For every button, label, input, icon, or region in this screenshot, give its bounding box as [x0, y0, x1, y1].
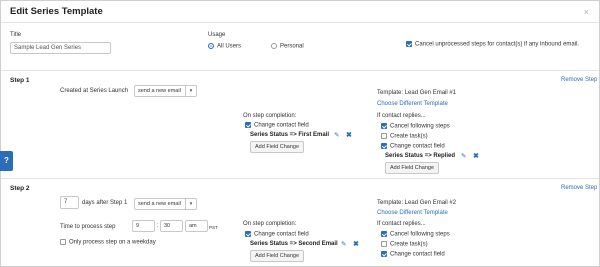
step2-completion-label: On step completion:: [243, 221, 297, 227]
checkbox-checked-icon[interactable]: [381, 231, 387, 237]
modal-header: Edit Series Template ×: [1, 1, 599, 23]
step1-action-select[interactable]: send a new email ▼: [134, 85, 197, 97]
step2-hour-select[interactable]: 9: [132, 220, 155, 232]
step1-reply-add-field-change-button[interactable]: Add Field Change: [385, 162, 440, 174]
step1-reply-change-field-label: Change contact field: [390, 143, 445, 150]
checkbox-unchecked-icon[interactable]: [381, 133, 387, 139]
step2-minute-value: 30: [164, 223, 171, 229]
step1-cancel-following-label: Cancel following steps: [390, 123, 450, 130]
divider: [1, 70, 599, 71]
step2-ampm-value: am: [189, 223, 197, 229]
step2-action-value: send a new email: [138, 201, 181, 207]
step2-change-field-option[interactable]: Change contact field: [245, 231, 309, 238]
step1-action-value: send a new email: [138, 88, 181, 94]
step2-action-select[interactable]: send a new email ▼: [134, 198, 197, 210]
step2-if-replies-label: If contact replies...: [377, 221, 426, 227]
step2-time-label: Time to process step: [60, 224, 116, 230]
step1-reply-change-field-option[interactable]: Change contact field: [381, 143, 445, 150]
step2-hour-value: 9: [136, 223, 140, 229]
step2-weekday-label: Only process step on a weekday: [69, 239, 156, 246]
step2-create-tasks-label: Create task(s): [390, 241, 428, 248]
pencil-icon[interactable]: ✎: [341, 240, 346, 248]
step1-add-field-change-button[interactable]: Add Field Change: [250, 141, 305, 153]
radio-selected-icon[interactable]: [208, 43, 214, 49]
close-icon[interactable]: ×: [584, 7, 589, 17]
step1-completion-label: On step completion:: [243, 113, 297, 119]
radio-unselected-icon[interactable]: [271, 43, 277, 49]
step2-days-input[interactable]: 7: [60, 196, 79, 209]
step2-reply-change-field-label: Change contact field: [390, 251, 445, 258]
chevron-down-icon: ▼: [185, 199, 196, 209]
title-label: Title: [10, 32, 22, 38]
step2-minute-select[interactable]: 30: [160, 220, 183, 232]
step1-remove-link[interactable]: Remove Step: [561, 77, 597, 83]
usage-all-users-option[interactable]: All Users: [208, 43, 241, 50]
step2-change-field-label: Change contact field: [254, 231, 309, 238]
divider: [1, 178, 599, 179]
usage-personal-label: Personal: [280, 43, 304, 50]
time-separator: :: [157, 223, 159, 229]
step2-add-field-change-button[interactable]: Add Field Change: [250, 250, 305, 262]
pencil-icon[interactable]: ✎: [334, 131, 339, 139]
delete-icon[interactable]: ✖: [346, 131, 352, 139]
checkbox-unchecked-icon[interactable]: [60, 239, 66, 245]
step1-change-field-label: Change contact field: [254, 122, 309, 129]
title-input[interactable]: Sample Lead Gen Series: [10, 42, 111, 54]
cancel-unprocessed-option[interactable]: Cancel unprocessed steps for contact(s) …: [406, 41, 579, 48]
help-tab[interactable]: ?: [0, 151, 13, 171]
chevron-down-icon: ▼: [185, 86, 196, 96]
step1-title: Step 1: [10, 77, 30, 84]
usage-label: Usage: [208, 32, 226, 38]
step1-create-tasks-label: Create task(s): [390, 133, 428, 140]
step2-remove-link[interactable]: Remove Step: [561, 185, 597, 191]
step1-field-change-entry: Series Status => First Email: [250, 132, 330, 138]
pencil-icon[interactable]: ✎: [461, 152, 466, 160]
checkbox-checked-icon[interactable]: [381, 123, 387, 129]
step2-choose-template-link[interactable]: Choose Different Template: [377, 210, 448, 216]
step2-reply-change-field-option[interactable]: Change contact field: [381, 251, 445, 258]
step2-cancel-following-option[interactable]: Cancel following steps: [381, 231, 450, 238]
step2-ampm-select[interactable]: am: [185, 220, 208, 232]
step2-weekday-option[interactable]: Only process step on a weekday: [60, 239, 156, 246]
step1-reply-field-entry: Series Status => Replied: [385, 153, 456, 159]
step2-timezone-label: PST: [209, 225, 218, 230]
checkbox-checked-icon[interactable]: [245, 231, 251, 237]
cancel-unprocessed-label: Cancel unprocessed steps for contact(s) …: [415, 41, 580, 48]
usage-personal-option[interactable]: Personal: [271, 43, 304, 50]
step2-cancel-following-label: Cancel following steps: [390, 231, 450, 238]
step1-create-tasks-option[interactable]: Create task(s): [381, 133, 428, 140]
step1-template-label: Template: Lead Gen Email #1: [377, 90, 457, 96]
step2-days-label: days after Step 1: [82, 200, 128, 206]
step1-choose-template-link[interactable]: Choose Different Template: [377, 101, 448, 107]
checkbox-checked-icon[interactable]: [381, 251, 387, 257]
modal-title: Edit Series Template: [10, 6, 103, 17]
edit-series-modal: Edit Series Template × Title Sample Lead…: [0, 0, 600, 267]
delete-icon[interactable]: ✖: [353, 240, 359, 248]
delete-icon[interactable]: ✖: [473, 152, 479, 160]
step1-if-replies-label: If contact replies...: [377, 113, 426, 119]
checkbox-checked-icon[interactable]: [406, 41, 412, 47]
usage-all-users-label: All Users: [217, 43, 242, 50]
step1-cancel-following-option[interactable]: Cancel following steps: [381, 123, 450, 130]
step2-field-change-entry: Series Status => Second Email: [250, 241, 338, 247]
checkbox-checked-icon[interactable]: [381, 143, 387, 149]
checkbox-unchecked-icon[interactable]: [381, 241, 387, 247]
step2-create-tasks-option[interactable]: Create task(s): [381, 241, 428, 248]
checkbox-checked-icon[interactable]: [245, 122, 251, 128]
step2-title: Step 2: [10, 185, 30, 192]
step1-created-label: Created at Series Launch: [60, 88, 129, 94]
step2-template-label: Template: Lead Gen Email #2: [377, 200, 457, 206]
step1-change-field-option[interactable]: Change contact field: [245, 122, 309, 129]
